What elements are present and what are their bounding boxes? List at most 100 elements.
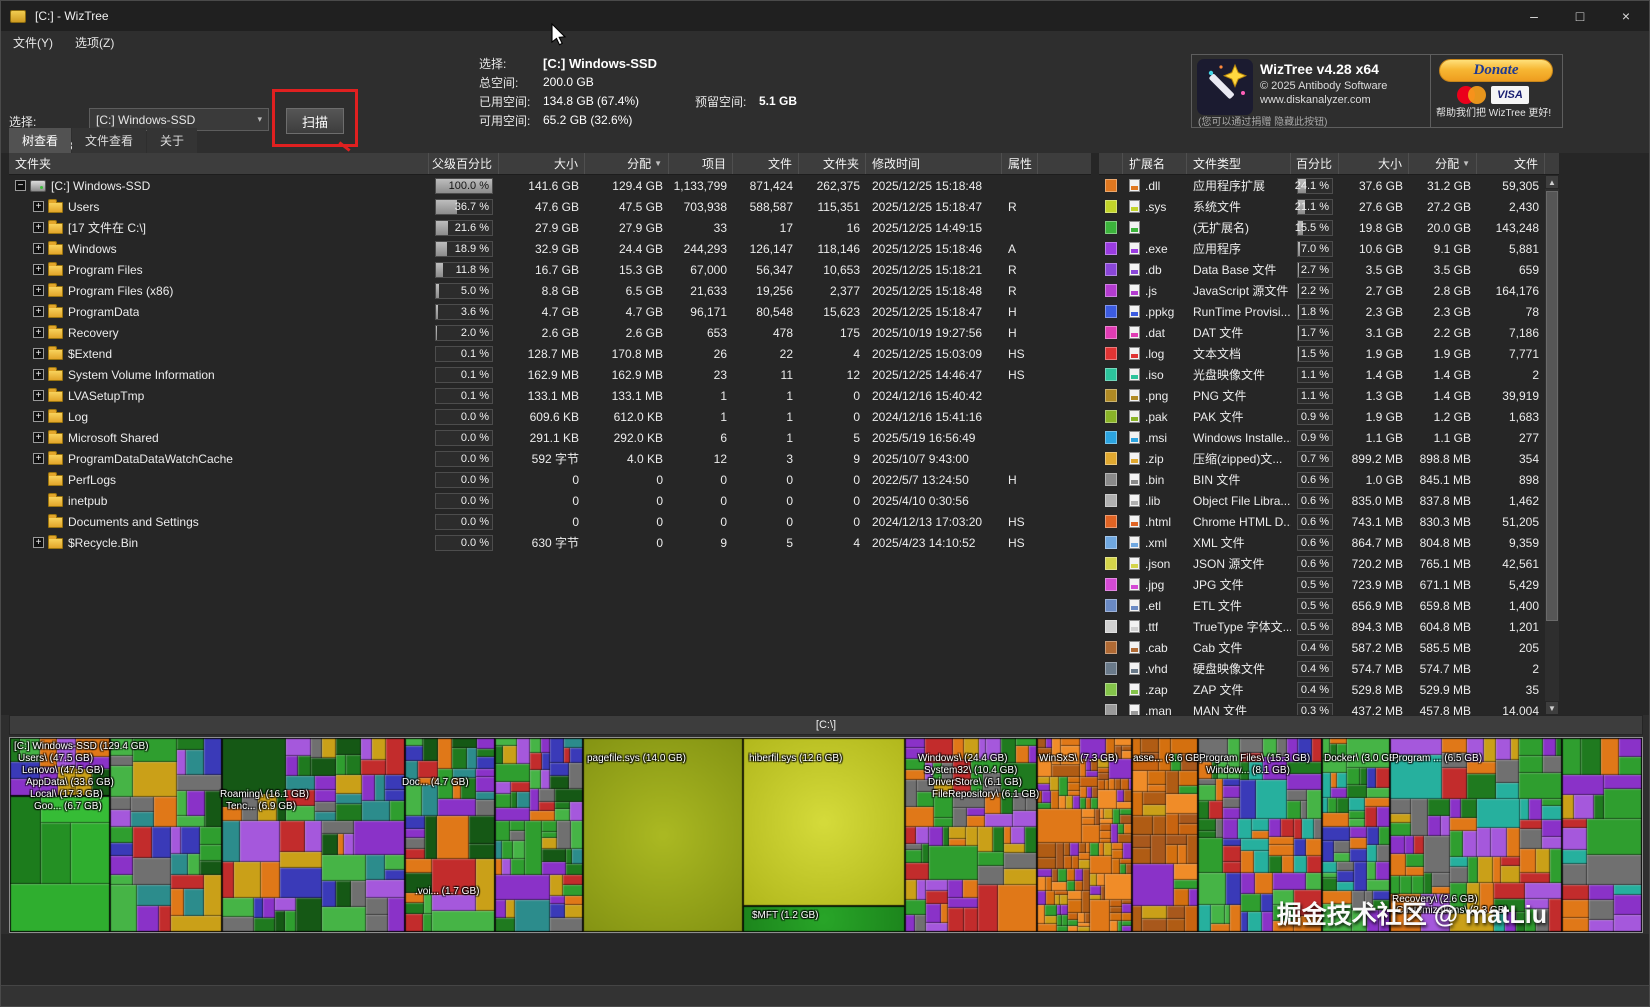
column-header[interactable]: 文件夹 xyxy=(9,153,429,174)
filetype-row[interactable]: .lib Object File Libra... 0.6 % 835.0 MB 837… xyxy=(1099,490,1559,511)
folder-row[interactable]: + LVASetupTmp 0.1 % 133.1 MB 133.1 MB 1 1 0 2024… xyxy=(9,385,1091,406)
expander-expand-icon[interactable]: + xyxy=(33,390,44,401)
column-header[interactable]: 文件 xyxy=(733,153,799,174)
close-button[interactable]: × xyxy=(1603,1,1649,31)
filetype-row[interactable]: .zap ZAP 文件 0.4 % 529.8 MB 529.9 MB 35 xyxy=(1099,679,1559,700)
column-header[interactable] xyxy=(1099,153,1123,174)
folder-row[interactable]: + Recovery 2.0 % 2.6 GB 2.6 GB 653 478 175 2025/… xyxy=(9,322,1091,343)
folder-row[interactable]: + Windows 18.9 % 32.9 GB 24.4 GB 244,293 126,1… xyxy=(9,238,1091,259)
folder-row[interactable]: + Log 0.0 % 609.6 KB 612.0 KB 1 1 0 2024/12/16 1… xyxy=(9,406,1091,427)
filetype-row[interactable]: .jpg JPG 文件 0.5 % 723.9 MB 671.1 MB 5,429 xyxy=(1099,574,1559,595)
column-header[interactable]: 文件 xyxy=(1477,153,1545,174)
filetype-row[interactable]: .ttf TrueType 字体文... 0.5 % 894.3 MB 604.8 MB… xyxy=(1099,616,1559,637)
expander-expand-icon[interactable]: + xyxy=(33,222,44,233)
filetype-row[interactable]: .vhd 硬盘映像文件 0.4 % 574.7 MB 574.7 MB 2 xyxy=(1099,658,1559,679)
folder-row[interactable]: − [C:] Windows-SSD 100.0 % 141.6 GB 129.4 GB… xyxy=(9,175,1091,196)
column-header[interactable]: 项目 xyxy=(669,153,733,174)
filetype-row[interactable]: .cab Cab 文件 0.4 % 587.2 MB 585.5 MB 205 xyxy=(1099,637,1559,658)
menu-file[interactable]: 文件(Y) xyxy=(3,32,63,53)
expander-expand-icon[interactable]: + xyxy=(33,285,44,296)
tab-tree[interactable]: 树查看 xyxy=(9,128,72,153)
expander-expand-icon[interactable]: + xyxy=(33,327,44,338)
column-header[interactable]: 父级百分比 xyxy=(429,153,499,174)
expander-expand-icon[interactable]: + xyxy=(33,264,44,275)
filetype-row[interactable]: .bin BIN 文件 0.6 % 1.0 GB 845.1 MB 898 xyxy=(1099,469,1559,490)
expander-expand-icon[interactable]: + xyxy=(33,306,44,317)
folder-row[interactable]: + Program Files 11.8 % 16.7 GB 15.3 GB 67,000… xyxy=(9,259,1091,280)
column-header[interactable]: 属性 xyxy=(1002,153,1038,174)
expander-expand-icon[interactable]: + xyxy=(33,201,44,212)
filetype-row[interactable]: .sys 系统文件 21.1 % 27.6 GB 27.2 GB 2,430 xyxy=(1099,196,1559,217)
filetype-row[interactable]: .html Chrome HTML D... 0.6 % 743.1 MB 830.3 … xyxy=(1099,511,1559,532)
folder-row[interactable]: + $Recycle.Bin 0.0 % 630 字节 0 9 5 4 2025/4/23 14… xyxy=(9,532,1091,553)
filetype-row[interactable]: .iso 光盘映像文件 1.1 % 1.4 GB 1.4 GB 2 xyxy=(1099,364,1559,385)
percent-bar: 0.6 % xyxy=(1297,534,1333,551)
percent-bar: 0.1 % xyxy=(435,366,493,383)
filetype-row[interactable]: (无扩展名) 15.5 % 19.8 GB 20.0 GB 143,248 xyxy=(1099,217,1559,238)
filetype-row[interactable]: .png PNG 文件 1.1 % 1.3 GB 1.4 GB 39,919 xyxy=(1099,385,1559,406)
filetype-row[interactable]: .ppkg RunTime Provisi... 1.8 % 2.3 GB 2.3 GB… xyxy=(1099,301,1559,322)
scroll-up-icon[interactable]: ▲ xyxy=(1545,175,1559,189)
column-header[interactable]: 分配 ▼ xyxy=(585,153,669,174)
folder-row[interactable]: + [17 文件在 C:\] 21.6 % 27.9 GB 27.9 GB 33 17 16 2… xyxy=(9,217,1091,238)
website-link[interactable]: www.diskanalyzer.com xyxy=(1260,94,1371,106)
tab-about[interactable]: 关于 xyxy=(147,128,198,153)
folder-row[interactable]: + Microsoft Shared 0.0 % 291.1 KB 292.0 KB 6 1… xyxy=(9,427,1091,448)
about-title: WizTree v4.28 x64 xyxy=(1260,61,1379,77)
filetype-row[interactable]: .dll 应用程序扩展 24.1 % 37.6 GB 31.2 GB 59,305 xyxy=(1099,175,1559,196)
filetype-row[interactable]: .xml XML 文件 0.6 % 864.7 MB 804.8 MB 9,359 xyxy=(1099,532,1559,553)
filetype-row[interactable]: .db Data Base 文件 2.7 % 3.5 GB 3.5 GB 659 xyxy=(1099,259,1559,280)
filetype-row[interactable]: .pak PAK 文件 0.9 % 1.9 GB 1.2 GB 1,683 xyxy=(1099,406,1559,427)
scrollbar-thumb[interactable] xyxy=(1546,191,1558,621)
filetype-color-swatch xyxy=(1105,578,1117,591)
column-header[interactable]: 修改时间 xyxy=(866,153,1002,174)
chevron-down-icon[interactable]: ▾ xyxy=(257,114,262,125)
filetype-row[interactable]: .etl ETL 文件 0.5 % 656.9 MB 659.8 MB 1,400 xyxy=(1099,595,1559,616)
menu-options[interactable]: 选项(Z) xyxy=(65,32,124,53)
column-header[interactable]: 文件夹 xyxy=(799,153,866,174)
expander-expand-icon[interactable]: + xyxy=(33,411,44,422)
column-header[interactable]: 分配 ▼ xyxy=(1409,153,1477,174)
column-header[interactable]: 百分比 xyxy=(1291,153,1339,174)
column-header[interactable]: 大小 xyxy=(1339,153,1409,174)
expander-expand-icon[interactable]: + xyxy=(33,369,44,380)
folder-row[interactable]: Documents and Settings 0.0 % 0 0 0 0 0 2024/12/… xyxy=(9,511,1091,532)
expander-expand-icon[interactable]: + xyxy=(33,243,44,254)
filetype-row[interactable]: .man MAN 文件 0.3 % 437.2 MB 457.8 MB 14,004 xyxy=(1099,700,1559,715)
filetype-row[interactable]: .dat DAT 文件 1.7 % 3.1 GB 2.2 GB 7,186 xyxy=(1099,322,1559,343)
extension-name: .zap xyxy=(1145,682,1168,697)
filetype-row[interactable]: .zip 压缩(zipped)文... 0.7 % 899.2 MB 898.8 MB 3… xyxy=(1099,448,1559,469)
expander-expand-icon[interactable]: + xyxy=(33,432,44,443)
expander-expand-icon[interactable]: + xyxy=(33,348,44,359)
scroll-down-icon[interactable]: ▼ xyxy=(1545,701,1559,715)
filetype-row[interactable]: .json JSON 源文件 0.6 % 720.2 MB 765.1 MB 42,561 xyxy=(1099,553,1559,574)
donate-button[interactable]: Donate xyxy=(1439,59,1553,82)
cell-files: 14,004 xyxy=(1502,703,1539,716)
folder-row[interactable]: + Users 36.7 % 47.6 GB 47.5 GB 703,938 588,587… xyxy=(9,196,1091,217)
maximize-button[interactable]: □ xyxy=(1557,1,1603,31)
tab-fileview[interactable]: 文件查看 xyxy=(72,128,147,153)
treemap[interactable]: [C:] Windows-SSD (129.4 GB) Users\ (47.5 … xyxy=(9,737,1643,933)
cell-alloc: 1.9 GB xyxy=(1433,346,1471,361)
column-header[interactable]: 文件类型 xyxy=(1187,153,1291,174)
minimize-button[interactable]: – xyxy=(1511,1,1557,31)
folder-row[interactable]: + ProgramData 3.6 % 4.7 GB 4.7 GB 96,171 80,54… xyxy=(9,301,1091,322)
folder-row[interactable]: + ProgramDataDataWatchCache 0.0 % 592 字节 4.0… xyxy=(9,448,1091,469)
column-header[interactable]: 大小 xyxy=(499,153,585,174)
expander-expand-icon[interactable]: + xyxy=(33,453,44,464)
folder-row[interactable]: inetpub 0.0 % 0 0 0 0 0 2025/4/10 0:30:56 xyxy=(9,490,1091,511)
expander-expand-icon[interactable]: + xyxy=(33,537,44,548)
filetype-scrollbar[interactable]: ▲ ▼ xyxy=(1545,175,1559,715)
expander-collapse-icon[interactable]: − xyxy=(15,180,26,191)
filetype-row[interactable]: .msi Windows Installe... 0.9 % 1.1 GB 1.1 GB… xyxy=(1099,427,1559,448)
folder-row[interactable]: + Program Files (x86) 5.0 % 8.8 GB 6.5 GB 21,… xyxy=(9,280,1091,301)
folder-row[interactable]: + System Volume Information 0.1 % 162.9 MB 1… xyxy=(9,364,1091,385)
filetype-row[interactable]: .exe 应用程序 7.0 % 10.6 GB 9.1 GB 5,881 xyxy=(1099,238,1559,259)
cell-extension: .ttf xyxy=(1123,616,1187,637)
filetype-row[interactable]: .js JavaScript 源文件 2.2 % 2.7 GB 2.8 GB 164,17… xyxy=(1099,280,1559,301)
filetype-row[interactable]: .log 文本文档 1.5 % 1.9 GB 1.9 GB 7,771 xyxy=(1099,343,1559,364)
cell-folders: 15,623 xyxy=(823,304,860,319)
folder-row[interactable]: + $Extend 0.1 % 128.7 MB 170.8 MB 26 22 4 2025/1… xyxy=(9,343,1091,364)
column-header[interactable]: 扩展名 xyxy=(1123,153,1187,174)
folder-row[interactable]: PerfLogs 0.0 % 0 0 0 0 0 2022/5/7 13:24:50 H xyxy=(9,469,1091,490)
